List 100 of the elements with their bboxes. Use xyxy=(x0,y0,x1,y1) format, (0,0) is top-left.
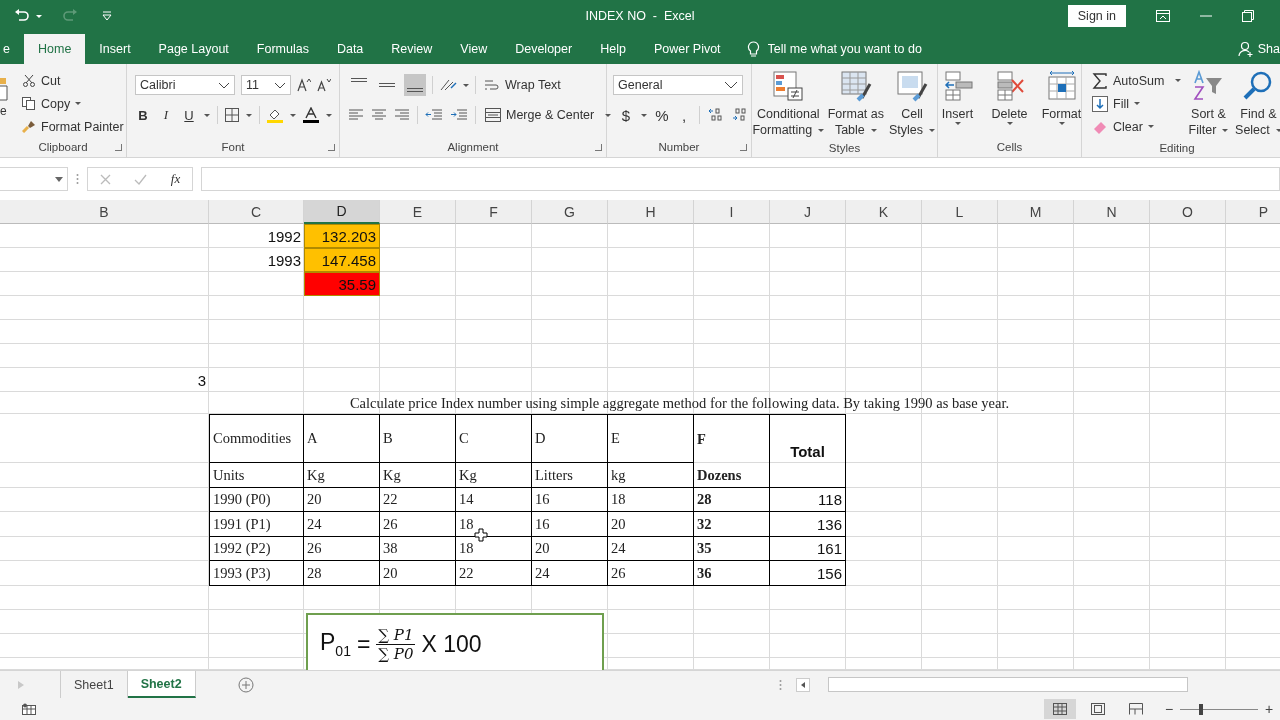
font-size-dropdown[interactable]: 11 xyxy=(241,75,291,95)
column-header[interactable]: B xyxy=(0,200,209,224)
caret-icon[interactable] xyxy=(954,122,961,125)
column-header[interactable]: P xyxy=(1226,200,1280,224)
dialog-launcher-icon[interactable] xyxy=(595,144,602,151)
increase-decimal-icon[interactable] xyxy=(708,108,724,122)
caret-icon[interactable] xyxy=(1147,125,1154,128)
ribbon-display-icon[interactable] xyxy=(1156,10,1170,22)
undo-icon[interactable] xyxy=(14,9,30,23)
sheet-tab[interactable]: Sheet2 xyxy=(127,671,196,698)
ribbon-tab[interactable]: View xyxy=(446,34,502,64)
conditional-styles-button[interactable]: Conditional Formatting xyxy=(752,70,825,138)
caret-icon[interactable] xyxy=(1275,128,1280,132)
zoom-out-button[interactable]: − xyxy=(1162,701,1176,717)
caret-icon[interactable] xyxy=(1175,79,1182,82)
cut-button[interactable]: Cut xyxy=(20,70,126,91)
caret-icon[interactable] xyxy=(1058,122,1065,125)
bold-button[interactable]: B xyxy=(135,105,151,125)
caret-icon[interactable] xyxy=(204,113,210,117)
sort-button[interactable]: Sort & Filter xyxy=(1183,70,1234,138)
caret-icon[interactable] xyxy=(290,113,296,117)
zoom-slider[interactable] xyxy=(1180,702,1258,716)
ribbon-tab[interactable]: Formulas xyxy=(242,34,323,64)
caret-icon[interactable] xyxy=(55,176,63,182)
formula-input[interactable] xyxy=(201,167,1280,191)
number-format-dropdown[interactable]: General xyxy=(613,75,743,95)
format-cells-button[interactable]: Format xyxy=(1036,70,1087,125)
slider-thumb[interactable] xyxy=(1199,704,1204,715)
column-header[interactable]: K xyxy=(846,200,922,224)
align-bottom-button[interactable] xyxy=(404,74,426,96)
caret-icon[interactable] xyxy=(463,83,469,87)
customize-icon[interactable] xyxy=(102,11,112,21)
column-header[interactable]: F xyxy=(456,200,532,224)
column-header[interactable]: D xyxy=(304,200,380,224)
column-header[interactable]: L xyxy=(922,200,998,224)
column-header[interactable]: J xyxy=(770,200,846,224)
ribbon-tab[interactable]: Data xyxy=(322,34,378,64)
decrease-decimal-icon[interactable] xyxy=(732,108,748,122)
drag-handle-icon[interactable] xyxy=(779,678,782,691)
restore-icon[interactable] xyxy=(1242,10,1254,22)
increase-indent-icon[interactable] xyxy=(450,109,468,121)
column-header[interactable]: N xyxy=(1074,200,1150,224)
column-header[interactable]: G xyxy=(532,200,608,224)
underline-button[interactable]: U xyxy=(181,105,197,125)
caret-icon[interactable] xyxy=(1222,128,1229,132)
ribbon-tab[interactable]: Developer xyxy=(501,34,587,64)
dialog-launcher-icon[interactable] xyxy=(740,144,747,151)
caret-icon[interactable] xyxy=(75,102,82,105)
dialog-launcher-icon[interactable] xyxy=(115,144,122,151)
grow-font-icon[interactable] xyxy=(297,78,311,92)
caret-icon[interactable] xyxy=(1133,102,1140,105)
column-header[interactable]: I xyxy=(694,200,770,224)
ribbon-tab[interactable]: Power Pivot xyxy=(639,34,735,64)
add-sheet-icon[interactable] xyxy=(237,676,254,693)
italic-button[interactable]: I xyxy=(158,105,174,125)
comma-button[interactable]: , xyxy=(677,105,691,125)
scroll-left-icon[interactable] xyxy=(796,677,810,692)
ribbon-tab[interactable]: Review xyxy=(377,34,447,64)
autosum-button[interactable]: AutoSum xyxy=(1090,70,1184,91)
column-header[interactable]: O xyxy=(1150,200,1226,224)
caret-icon[interactable] xyxy=(818,128,825,132)
caret-icon[interactable] xyxy=(929,128,936,132)
fill-color-icon[interactable] xyxy=(267,107,283,123)
orientation-icon[interactable] xyxy=(439,78,457,92)
font-name-dropdown[interactable]: Calibri xyxy=(135,75,235,95)
percent-button[interactable]: % xyxy=(655,105,669,125)
ribbon-tab[interactable]: Page Layout xyxy=(144,34,243,64)
merge-center-button[interactable]: Merge & Center xyxy=(483,104,614,126)
caret-icon[interactable] xyxy=(326,113,332,117)
fill-button[interactable]: Fill xyxy=(1090,93,1184,114)
table-styles-button[interactable]: Format as Table xyxy=(826,70,885,138)
ribbon-tab[interactable]: Insert xyxy=(85,34,145,64)
font-color-icon[interactable] xyxy=(303,107,319,123)
column-header[interactable]: H xyxy=(608,200,694,224)
ribbon-tab[interactable]: e xyxy=(0,34,10,64)
insert-function-button[interactable]: fx xyxy=(170,171,181,187)
caret-icon[interactable] xyxy=(870,128,877,132)
caret-icon[interactable] xyxy=(246,113,252,117)
normal-view-button[interactable] xyxy=(1044,699,1076,719)
find-button[interactable]: Find & Select xyxy=(1233,70,1280,138)
share-button[interactable]: Sha xyxy=(1237,34,1280,64)
currency-button[interactable]: $ xyxy=(619,105,633,125)
dialog-launcher-icon[interactable] xyxy=(328,144,335,151)
macro-record-icon[interactable] xyxy=(22,703,36,715)
column-header[interactable]: E xyxy=(380,200,456,224)
zoom-in-button[interactable]: + xyxy=(1262,701,1276,717)
caret-icon[interactable] xyxy=(641,113,647,117)
wrap-text-button[interactable]: Wrap Text xyxy=(482,74,563,96)
tell-me-field[interactable]: Tell me what you want to do xyxy=(767,42,968,56)
delete-cells-button[interactable]: Delete xyxy=(984,70,1035,125)
decrease-indent-icon[interactable] xyxy=(425,109,443,121)
caret-icon[interactable] xyxy=(605,113,612,117)
copy-button[interactable]: Copy xyxy=(20,93,126,114)
sign-in-button[interactable]: Sign in xyxy=(1067,5,1126,27)
caret-icon[interactable] xyxy=(1006,122,1013,125)
shrink-font-icon[interactable] xyxy=(317,78,331,92)
ribbon-tab[interactable]: Help xyxy=(586,34,640,64)
borders-icon[interactable] xyxy=(225,108,239,122)
drag-handle-icon[interactable] xyxy=(76,173,79,185)
format-painter-button[interactable]: Format Painter xyxy=(20,116,126,137)
